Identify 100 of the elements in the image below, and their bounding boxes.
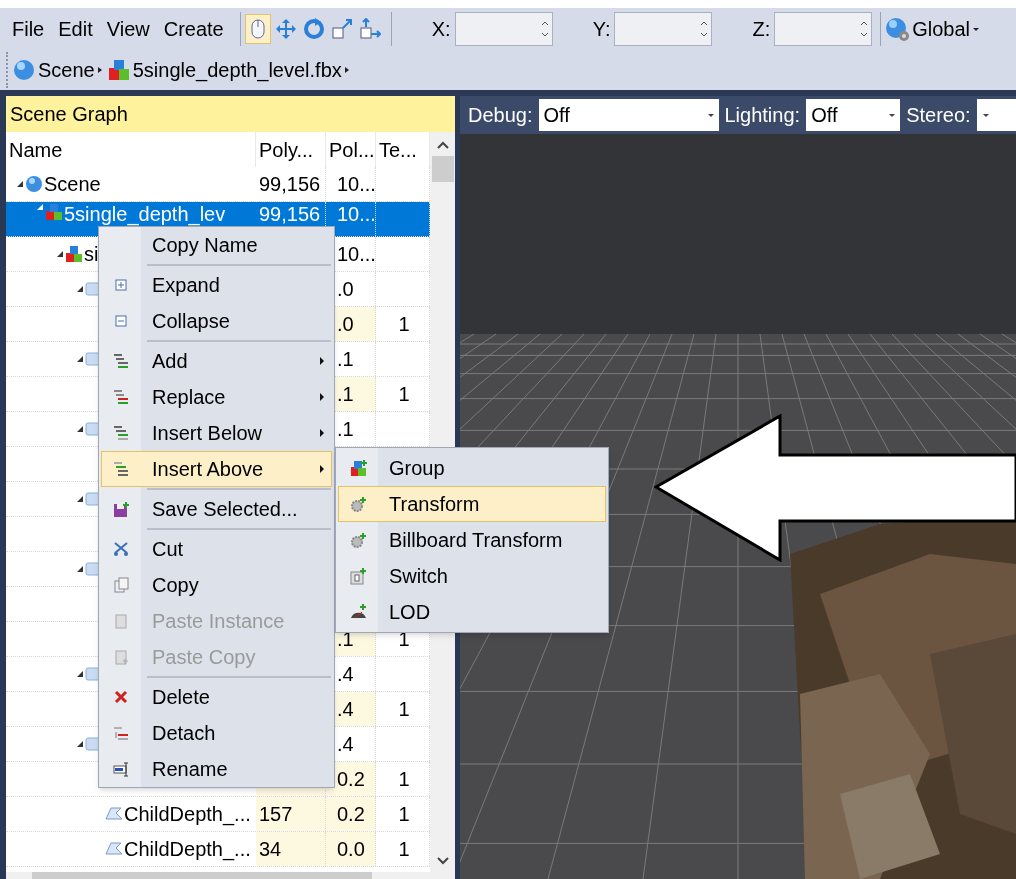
submenu-arrow-icon (319, 428, 325, 438)
node-name: si (84, 242, 99, 267)
field-label: Stereo: (906, 103, 971, 128)
panel-title: Scene Graph (6, 96, 455, 132)
table-cell-text: 0.2 (337, 767, 365, 792)
scrollbar-thumb[interactable] (431, 156, 454, 182)
dropdown[interactable]: Off (806, 99, 901, 131)
menu-item[interactable]: View (100, 14, 156, 44)
menu-item[interactable]: Create (157, 14, 230, 44)
table-cell-text: 10... (337, 172, 376, 197)
tree-detach-icon (113, 725, 129, 741)
globe-icon (12, 58, 36, 82)
tool-button[interactable] (244, 14, 271, 44)
save-icon (113, 501, 129, 517)
plus-box-icon (113, 277, 129, 293)
menu-item[interactable]: Switch (338, 558, 606, 594)
expander-icon[interactable] (76, 670, 84, 678)
tree-above-icon (113, 461, 129, 477)
table-cell-text: 157 (259, 802, 293, 827)
expander-icon[interactable] (56, 250, 64, 258)
expander-icon[interactable] (76, 425, 84, 433)
scissors-icon (113, 541, 129, 557)
menu-item[interactable]: Collapse (101, 303, 332, 339)
column-header[interactable]: Poly... (256, 132, 326, 167)
field-label: Y: (592, 17, 611, 42)
menu-item[interactable]: Expand (101, 263, 332, 303)
menu-item[interactable]: Transform (338, 486, 606, 522)
number-field[interactable] (774, 12, 873, 46)
table-cell-text: .1 (337, 417, 354, 442)
number-field[interactable] (614, 12, 713, 46)
globe-gear-icon (884, 16, 911, 42)
table-cell-text: .1 (337, 347, 354, 372)
chevron-down-icon (435, 856, 450, 866)
horizontal-scrollbar[interactable] (6, 872, 455, 879)
copy-icon (113, 577, 129, 593)
spin-arrows-icon (540, 19, 549, 39)
tree-row[interactable]: ChildDepth_... 34 0.0 1 (6, 832, 430, 867)
expander-icon[interactable] (76, 495, 84, 503)
scale-icon (330, 18, 353, 40)
minus-box-icon (113, 313, 129, 329)
move-icon (274, 18, 297, 40)
number-field[interactable] (454, 12, 553, 46)
submenu-arrow-icon (319, 464, 325, 474)
table-cell-text: .4 (337, 662, 354, 687)
column-header[interactable]: Name (6, 132, 256, 167)
table-cell-text: 99,156 (259, 172, 321, 197)
dropdown[interactable]: Off (538, 99, 719, 131)
tree-row[interactable]: ChildDepth_... 157 0.2 1 (6, 797, 430, 832)
breadcrumb-item[interactable]: 5single_depth_level.fbx (106, 55, 350, 85)
menu-item[interactable]: LOD (338, 594, 606, 630)
field-label: Lighting: (724, 103, 801, 128)
table-cell: 99,156 (259, 203, 321, 225)
menu-item[interactable]: Edit (52, 14, 99, 44)
submenu-arrow-icon (319, 356, 325, 366)
expander-icon[interactable] (76, 285, 84, 293)
clipboard-icon (113, 649, 129, 665)
menu-item[interactable]: Cut (101, 527, 332, 567)
spin-arrows-icon (860, 19, 869, 39)
table-cell-text: .0 (337, 277, 354, 302)
space-dropdown[interactable]: Global (884, 14, 981, 44)
table-cell-text: 1 (398, 382, 410, 407)
menu-item[interactable]: Detach (101, 715, 332, 751)
blocks-icon (349, 459, 367, 477)
rotate-icon (302, 18, 325, 40)
expander-icon[interactable] (76, 355, 84, 363)
menu-item[interactable]: Group (338, 450, 606, 486)
caret-icon (888, 111, 897, 119)
table-cell-text: 1 (398, 802, 410, 827)
menu-item[interactable]: Add (101, 339, 332, 379)
menu-item[interactable]: Insert Above (101, 451, 332, 487)
menu-item[interactable]: Replace (101, 379, 332, 415)
caret-icon (96, 66, 103, 74)
tree-add-icon (113, 353, 129, 369)
gear-icon (349, 495, 367, 513)
menu-item[interactable]: File (6, 14, 51, 44)
clipboard-icon (113, 613, 129, 629)
menu-item[interactable]: Billboard Transform (338, 522, 606, 558)
field-label: X: (431, 17, 451, 42)
switch-icon (349, 567, 367, 585)
dome-icon (349, 603, 367, 621)
align-icon (358, 18, 381, 40)
expander-icon[interactable] (76, 565, 84, 573)
node-name: Scene (44, 172, 101, 197)
table-cell: 10... (337, 203, 376, 225)
chevron-up-icon (435, 140, 450, 150)
table-cell-text: 1 (398, 312, 410, 337)
menu-item[interactable]: Rename (101, 751, 332, 787)
menu-item[interactable]: Save Selected... (101, 487, 332, 527)
spin-arrows-icon (700, 19, 709, 39)
table-cell-text: .4 (337, 732, 354, 757)
node-name: 5single_depth_lev (64, 203, 226, 225)
expander-icon[interactable] (16, 180, 24, 188)
expander-icon[interactable] (76, 740, 84, 748)
menu-item[interactable]: Copy (101, 567, 332, 603)
column-header[interactable]: Pol... (326, 132, 376, 167)
delete-icon (113, 689, 129, 705)
caret-icon (972, 25, 981, 33)
rename-icon (113, 761, 129, 777)
breadcrumb-item[interactable]: Scene (12, 55, 103, 85)
menu-item[interactable]: Delete (101, 675, 332, 715)
